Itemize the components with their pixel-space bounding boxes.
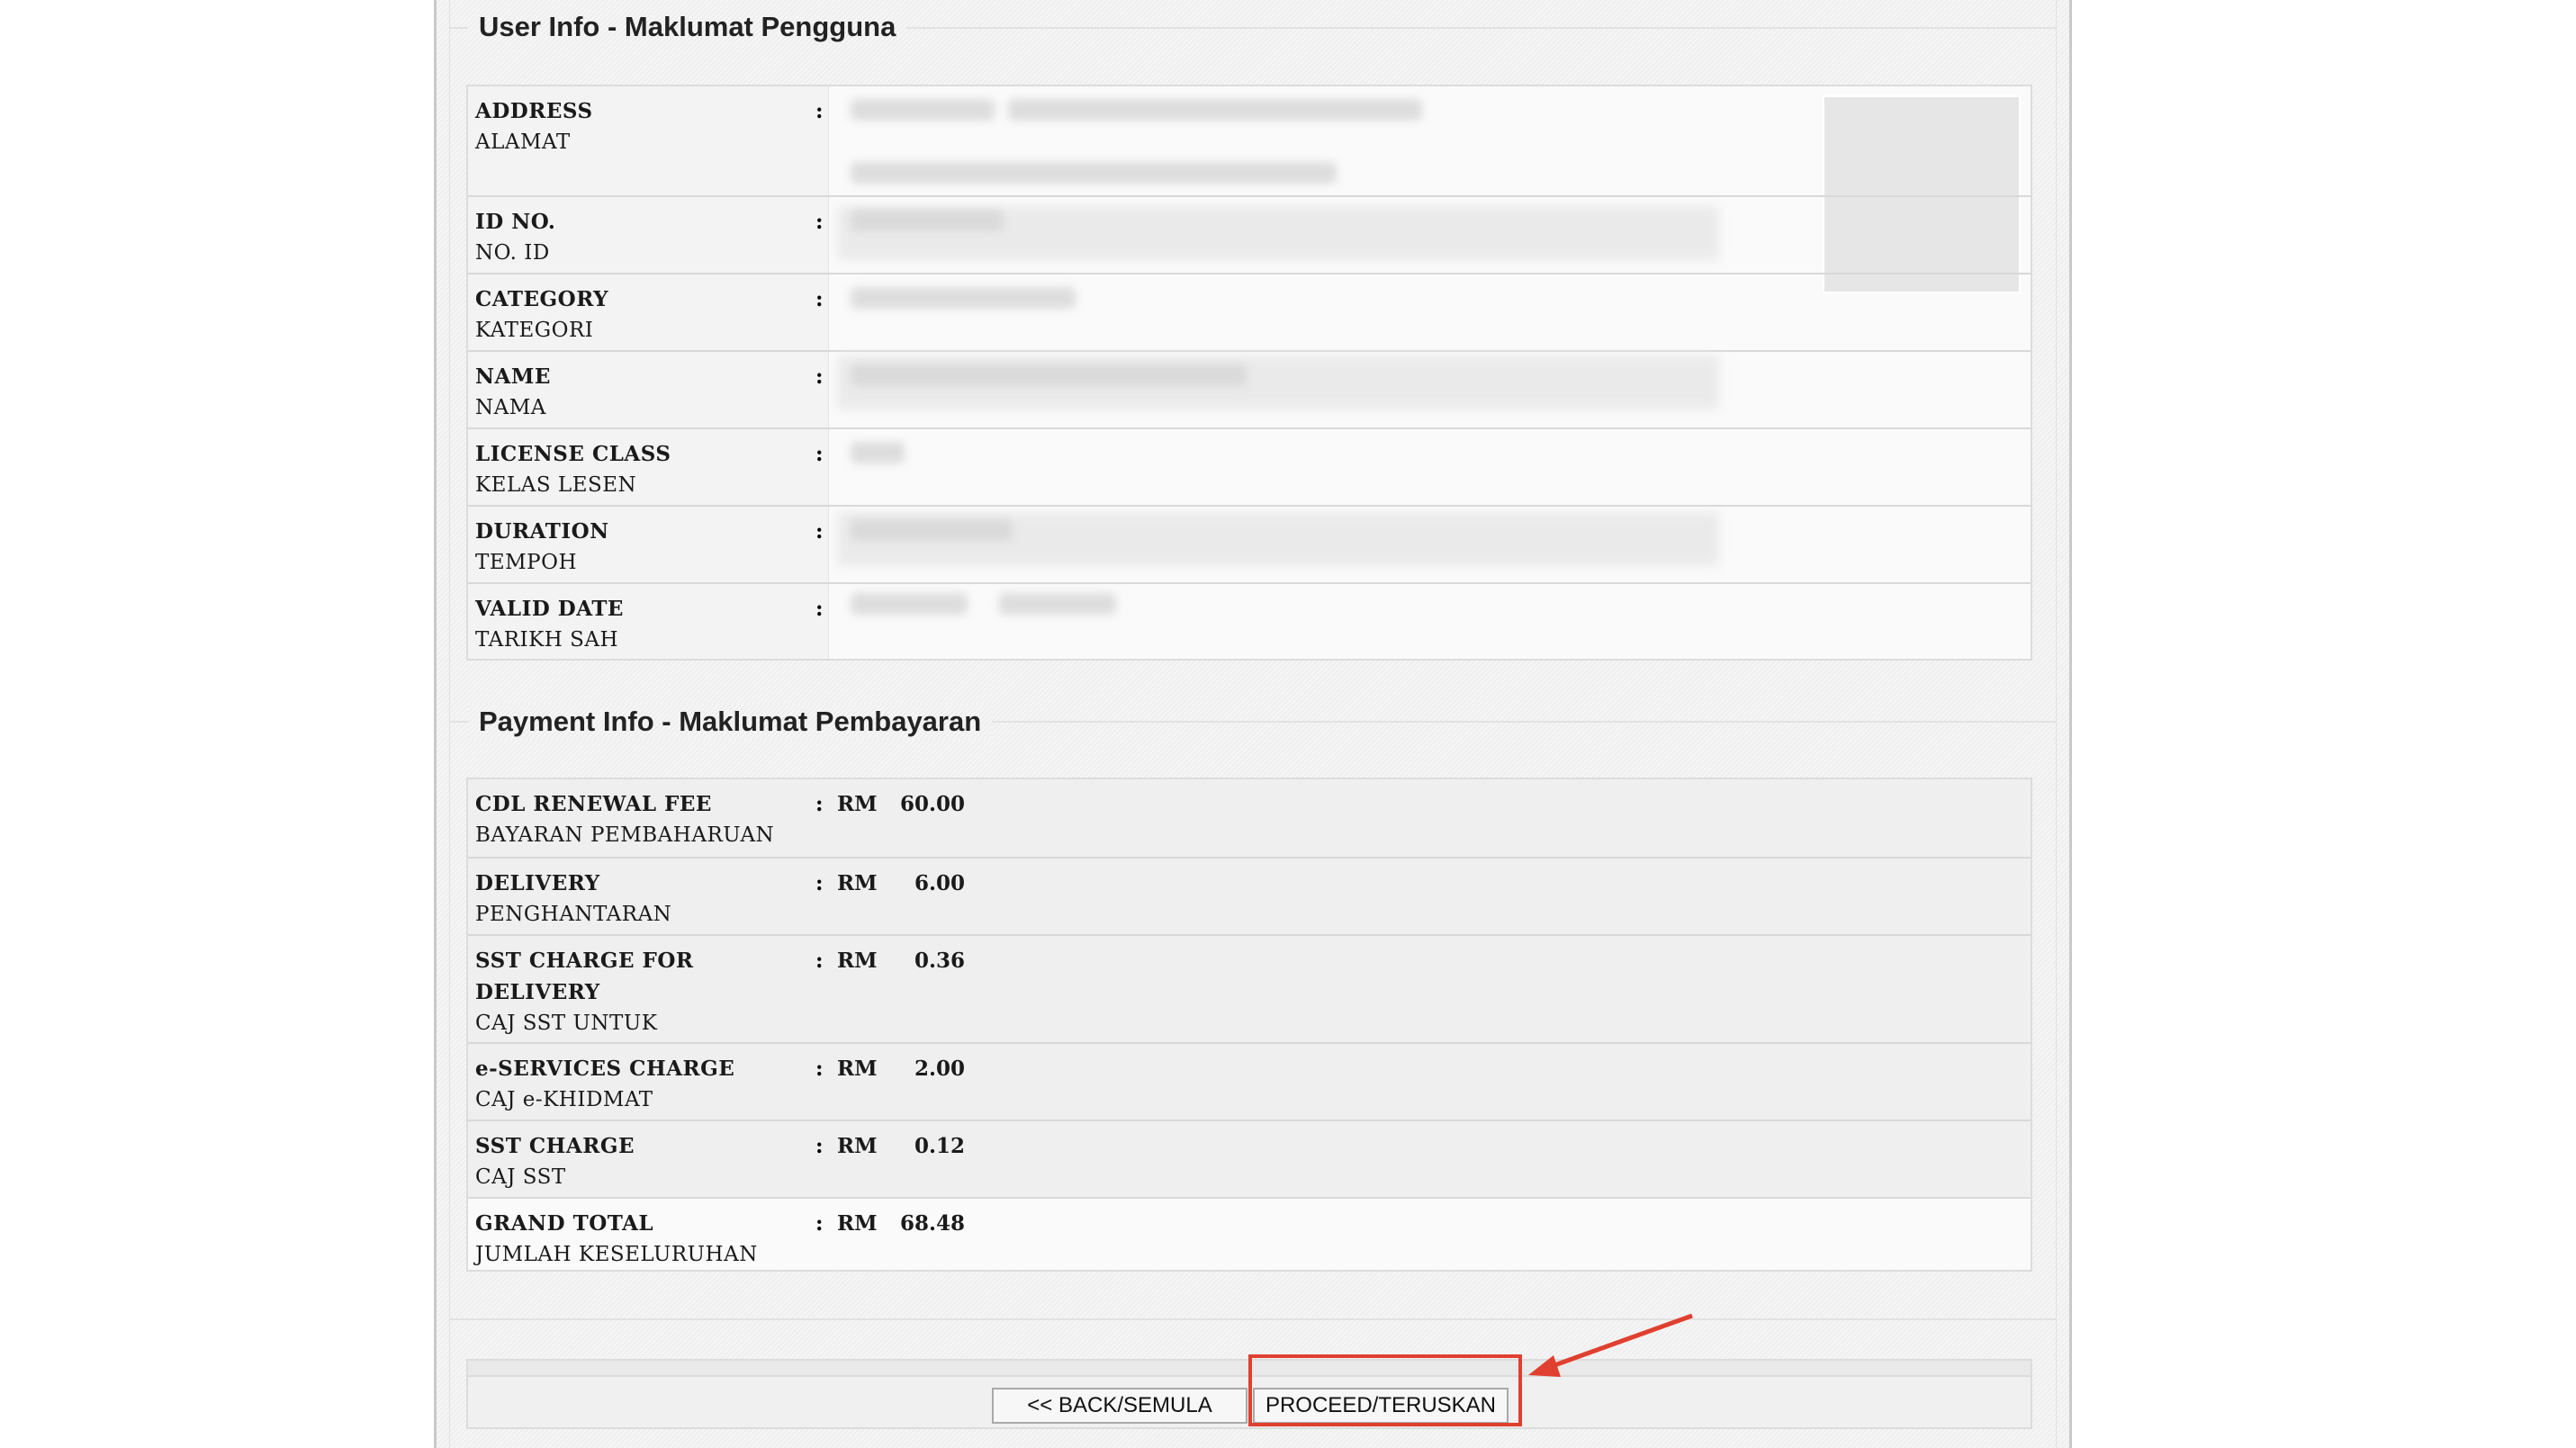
colon: : [815,99,824,123]
field-label-ms: KATEGORI [475,319,594,342]
field-label-en: DURATION [475,519,609,544]
user-row-duration: DURATION TEMPOH : [468,505,2031,582]
field-label-en: ADDRESS [475,99,593,123]
total-label-ms: JUMLAH KESELURUHAN [475,1243,758,1266]
fee-amount: RM 0.36 [837,945,965,976]
payment-row: CDL RENEWAL FEE BAYARAN PEMBAHARUAN CDL … [468,779,2031,878]
total-amount: RM 68.48 [837,1208,965,1239]
user-row-name: NAME NAMA : [468,350,2031,427]
fee-label-en: SST CHARGE [475,1134,635,1158]
field-label-en: LICENSE CLASS [475,442,671,466]
user-row-id: ID NO. NO. ID : [468,195,2031,273]
fee-label-en: DELIVERY [475,871,600,895]
currency: RM [837,949,878,973]
amount-value: 0.36 [914,949,965,973]
colon: : [815,1134,824,1158]
amount-value: 2.00 [914,1057,965,1081]
redacted-value [851,593,968,615]
fee-label-en: e-SERVICES CHARGE [475,1057,735,1081]
redacted-value [851,210,1004,231]
fee-amount: RM 0.12 [837,1130,965,1162]
amount-value: 60.00 [899,792,965,816]
redacted-value [1008,99,1422,121]
redacted-value [851,442,905,463]
field-label-ms: KELAS LESEN [475,473,637,497]
redacted-value [851,287,1076,309]
fee-amount: RM 60.00 [837,788,965,820]
fee-label-ms: CAJ e-KHIDMAT [475,1088,653,1111]
currency: RM [837,1134,878,1158]
field-label-en: CATEGORY [475,287,609,311]
amount-value: 68.48 [899,1211,965,1236]
colon: : [815,949,824,973]
field-label-ms: TEMPOH [475,551,578,574]
user-info-title: User Info - Maklumat Pengguna [468,9,907,45]
amount-value: 0.12 [914,1134,965,1158]
fee-amount: RM 2.00 [837,1053,965,1084]
button-bar-strip [468,1361,2031,1377]
proceed-button[interactable]: PROCEED/TERUSKAN [1253,1388,1509,1424]
colon: : [815,1211,824,1236]
user-row-address: ADDRESS ALAMAT : [468,86,2031,195]
annotation-arrow-icon [1528,1313,1693,1377]
colon: : [815,519,824,544]
redacted-value [851,99,995,121]
panel-inner: User Info - Maklumat Pengguna ADDRESS AL… [449,0,2057,1448]
main-panel: User Info - Maklumat Pengguna ADDRESS AL… [434,0,2072,1448]
colon: : [815,597,824,621]
field-label-ms: NO. ID [475,241,550,265]
colon: : [815,792,824,816]
payment-row: SST CHARGE CAJ SST : RM 0.12 [468,1120,2031,1197]
fee-label-en: SST CHARGE FOR DELIVERY [475,949,694,1004]
button-bar: << BACK/SEMULA PROCEED/TERUSKAN [466,1359,2032,1429]
redacted-value [999,593,1116,615]
field-label-ms: TARIKH SAH [475,628,619,652]
payment-info-table: CDL RENEWAL FEE BAYARAN PEMBAHARUAN CDL … [466,778,2032,1272]
currency: RM [837,792,878,816]
currency: RM [837,1211,878,1236]
grand-total-row: GRAND TOTAL JUMLAH KESELURUHAN : RM 68.48 [468,1197,2031,1270]
colon: : [815,442,824,466]
user-row-category: CATEGORY KATEGORI : [468,273,2031,350]
fee-label-ms: PENGHANTARAN [475,903,672,926]
payment-row: DELIVERY PENGHANTARAN : RM 6.00 [468,857,2031,934]
colon: : [815,1057,824,1081]
field-label-en: NAME [475,364,551,389]
redacted-value [851,519,1013,541]
back-button[interactable]: << BACK/SEMULA [992,1388,1247,1424]
field-label-en: VALID DATE [475,597,624,621]
redacted-value [851,364,1247,386]
amount-value: 6.00 [914,871,965,895]
payment-row: e-SERVICES CHARGE CAJ e-KHIDMAT : RM 2.00 [468,1042,2031,1120]
fee-label-ms: CAJ SST [475,1165,566,1189]
field-label-ms: NAMA [475,396,546,419]
currency: RM [837,1057,878,1081]
colon: : [815,871,824,895]
field-label-en: ID NO. [475,210,556,234]
payment-info-title: Payment Info - Maklumat Pembayaran [468,704,993,740]
redacted-value [851,162,1337,184]
user-row-license-class: LICENSE CLASS KELAS LESEN : [468,427,2031,505]
field-label-ms: ALAMAT [475,130,571,154]
payment-row: SST CHARGE FOR DELIVERY CAJ SST UNTUK PE… [468,934,2031,1066]
user-info-table: ADDRESS ALAMAT : ID NO. NO. ID : CATEGOR… [466,85,2032,661]
colon: : [815,364,824,389]
fee-label-en: CDL RENEWAL FEE [475,792,712,816]
colon: : [815,210,824,234]
fee-amount: RM 6.00 [837,868,965,899]
user-row-valid-date: VALID DATE TARIKH SAH : [468,582,2031,659]
total-label-en: GRAND TOTAL [475,1211,654,1236]
colon: : [815,287,824,311]
section-divider [450,1318,2056,1320]
currency: RM [837,871,878,895]
